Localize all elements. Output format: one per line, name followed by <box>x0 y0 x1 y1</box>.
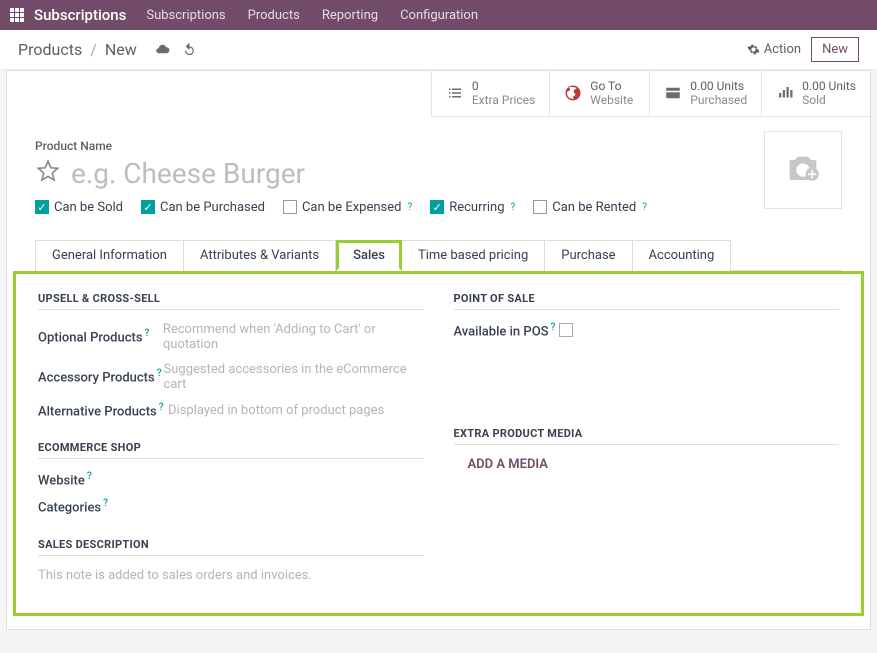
tab-accounting[interactable]: Accounting <box>633 240 732 271</box>
top-navbar: Subscriptions Subscriptions Products Rep… <box>0 0 877 30</box>
section-upsell: UPSELL & CROSS-SELL <box>38 292 424 310</box>
breadcrumb-products[interactable]: Products <box>18 40 82 59</box>
discard-icon[interactable] <box>182 42 197 57</box>
breadcrumb: Products / New <box>18 40 197 59</box>
checkbox-can-be-expensed[interactable]: Can be Expensed? <box>283 200 412 215</box>
form-sheet: 0Extra Prices Go ToWebsite 0.00 UnitsPur… <box>6 70 871 630</box>
stat-extra-prices[interactable]: 0Extra Prices <box>431 71 549 117</box>
input-accessory-products[interactable]: Suggested accessories in the eCommerce c… <box>164 362 424 392</box>
menu-subscriptions[interactable]: Subscriptions <box>146 8 225 23</box>
bar-chart-icon <box>776 84 794 102</box>
checkbox-can-be-sold[interactable]: ✓Can be Sold <box>35 200 123 215</box>
app-title: Subscriptions <box>34 6 126 24</box>
menu-configuration[interactable]: Configuration <box>400 8 478 23</box>
menu-reporting[interactable]: Reporting <box>322 8 378 23</box>
sales-tab-content: UPSELL & CROSS-SELL Optional Products? R… <box>13 271 864 616</box>
camera-plus-icon <box>780 150 826 190</box>
stat-sold[interactable]: 0.00 UnitsSold <box>761 71 870 117</box>
stat-website[interactable]: Go ToWebsite <box>549 71 649 117</box>
product-name-label: Product Name <box>35 139 842 153</box>
credit-card-icon <box>664 84 682 102</box>
label-optional-products: Optional Products? <box>38 328 163 345</box>
section-extra-media: EXTRA PRODUCT MEDIA <box>454 427 840 445</box>
tab-attributes-variants[interactable]: Attributes & Variants <box>184 240 336 271</box>
action-label: Action <box>764 42 801 57</box>
product-image-upload[interactable] <box>764 131 842 209</box>
checkbox-available-pos[interactable] <box>559 323 573 337</box>
tab-general-information[interactable]: General Information <box>35 240 184 271</box>
label-alternative-products: Alternative Products? <box>38 402 168 419</box>
label-website: Website? <box>38 471 168 488</box>
apps-grid-icon[interactable] <box>10 8 24 22</box>
new-button[interactable]: New <box>811 37 859 62</box>
breadcrumb-current: New <box>105 40 137 59</box>
label-categories: Categories? <box>38 498 168 515</box>
input-alternative-products[interactable]: Displayed in bottom of product pages <box>168 403 384 418</box>
tab-sales[interactable]: Sales <box>336 240 402 271</box>
gear-icon <box>747 43 760 56</box>
control-bar: Products / New Action New <box>0 30 877 70</box>
input-sales-description[interactable]: This note is added to sales orders and i… <box>38 568 424 583</box>
checkbox-recurring[interactable]: ✓Recurring? <box>430 200 515 215</box>
top-menu: Subscriptions Products Reporting Configu… <box>146 8 478 23</box>
favorite-star-icon[interactable] <box>35 158 61 188</box>
section-sales-description: SALES DESCRIPTION <box>38 538 424 556</box>
label-accessory-products: Accessory Products? <box>38 368 164 385</box>
tab-time-based-pricing[interactable]: Time based pricing <box>402 240 545 271</box>
list-icon <box>446 84 464 102</box>
product-name-input[interactable] <box>71 157 842 190</box>
stat-button-row: 0Extra Prices Go ToWebsite 0.00 UnitsPur… <box>7 71 870 117</box>
checkbox-can-be-purchased[interactable]: ✓Can be Purchased <box>141 200 265 215</box>
label-available-pos: Available in POS? <box>454 322 556 339</box>
stat-purchased[interactable]: 0.00 UnitsPurchased <box>649 71 761 117</box>
breadcrumb-separator: / <box>90 40 97 59</box>
tab-purchase[interactable]: Purchase <box>545 240 632 271</box>
input-optional-products[interactable]: Recommend when 'Adding to Cart' or quota… <box>163 322 424 352</box>
cloud-upload-icon[interactable] <box>155 42 170 57</box>
section-pos: POINT OF SALE <box>454 292 840 310</box>
form-tabs: General Information Attributes & Variant… <box>35 239 842 271</box>
checkbox-can-be-rented[interactable]: Can be Rented? <box>533 200 647 215</box>
section-ecommerce: ECOMMERCE SHOP <box>38 441 424 459</box>
add-media-button[interactable]: ADD A MEDIA <box>468 457 840 472</box>
menu-products[interactable]: Products <box>248 8 300 23</box>
action-button[interactable]: Action <box>747 42 801 57</box>
globe-icon <box>564 84 582 102</box>
